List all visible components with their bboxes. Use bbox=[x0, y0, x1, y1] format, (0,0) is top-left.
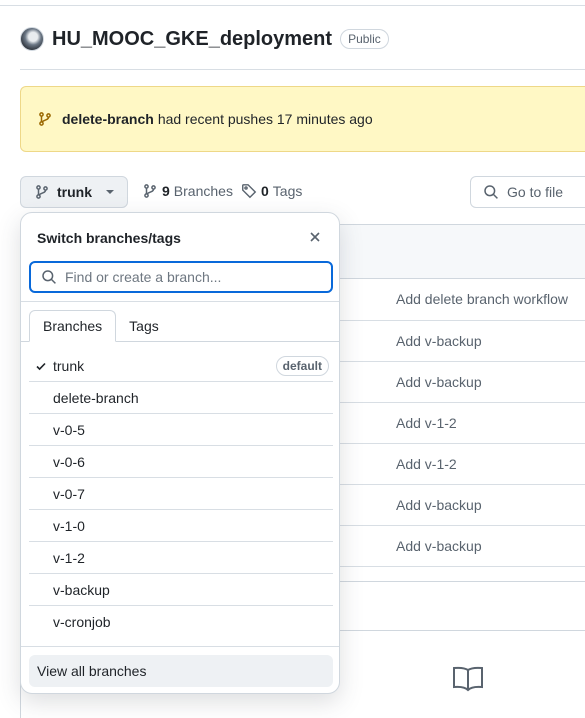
go-to-file-label: Go to file bbox=[507, 184, 564, 200]
commit-message[interactable]: Add v-1-2 bbox=[396, 456, 457, 472]
view-all-branches-button[interactable]: View all branches bbox=[29, 655, 333, 687]
list-item[interactable]: v-1-0 bbox=[29, 510, 333, 542]
avatar[interactable] bbox=[20, 27, 44, 51]
book-icon bbox=[452, 666, 484, 692]
branch-name: delete-branch bbox=[53, 389, 139, 406]
branch-name: v-0-5 bbox=[53, 421, 85, 438]
go-to-file-button[interactable]: Go to file bbox=[470, 176, 585, 208]
search-icon bbox=[41, 269, 57, 285]
branch-search-input[interactable] bbox=[65, 269, 315, 285]
popup-footer-divider bbox=[21, 646, 339, 647]
tags-link[interactable]: 0 Tags bbox=[241, 183, 302, 199]
branch-name: v-backup bbox=[53, 581, 110, 598]
list-item[interactable]: v-cronjob bbox=[29, 606, 333, 638]
tags-label: Tags bbox=[272, 183, 303, 199]
recent-push-banner: delete-branch had recent pushes 17 minut… bbox=[20, 86, 585, 152]
tab-branches[interactable]: Branches bbox=[29, 310, 117, 342]
branch-name: v-0-7 bbox=[53, 485, 85, 502]
branch-list: trunk default delete-branch v-0-5 v-0-6 … bbox=[29, 350, 333, 638]
branch-selector-button[interactable]: trunk bbox=[20, 176, 128, 208]
commit-message[interactable]: Add v-backup bbox=[396, 497, 482, 513]
chevron-down-icon bbox=[106, 190, 114, 194]
popup-title: Switch branches/tags bbox=[37, 230, 181, 246]
git-branch-icon bbox=[34, 184, 50, 200]
header-divider bbox=[20, 69, 585, 70]
visibility-badge: Public bbox=[340, 29, 389, 49]
popup-divider bbox=[21, 301, 339, 302]
branch-switcher-popup: Switch branches/tags Branches Tags trunk… bbox=[20, 212, 340, 694]
list-item[interactable]: delete-branch bbox=[29, 382, 333, 414]
branch-name: trunk bbox=[53, 357, 85, 374]
list-item[interactable]: trunk default bbox=[29, 350, 333, 382]
commit-message[interactable]: Add v-1-2 bbox=[396, 415, 457, 431]
branches-count: 9 bbox=[162, 183, 170, 199]
banner-message: had recent pushes 17 minutes ago bbox=[157, 111, 373, 127]
commit-message[interactable]: Add v-backup bbox=[396, 538, 482, 554]
branch-search-field[interactable] bbox=[29, 261, 333, 293]
list-item[interactable]: v-0-5 bbox=[29, 414, 333, 446]
current-branch-label: trunk bbox=[57, 184, 92, 200]
top-divider bbox=[0, 5, 585, 6]
default-badge: default bbox=[275, 356, 329, 376]
repo-header: HU_MOOC_GKE_deployment Public bbox=[20, 26, 389, 52]
git-branch-icon bbox=[37, 111, 53, 127]
check-icon bbox=[33, 360, 49, 372]
commit-message[interactable]: Add v-backup bbox=[396, 333, 482, 349]
branch-name: v-cronjob bbox=[53, 614, 111, 630]
branches-link[interactable]: 9 Branches bbox=[142, 183, 233, 199]
list-item[interactable]: v-backup bbox=[29, 574, 333, 606]
list-item[interactable]: v-1-2 bbox=[29, 542, 333, 574]
list-item[interactable]: v-0-7 bbox=[29, 478, 333, 510]
branch-name: v-1-0 bbox=[53, 517, 85, 534]
commit-message[interactable]: Add delete branch workflow bbox=[396, 291, 568, 307]
tab-tags[interactable]: Tags bbox=[116, 310, 172, 342]
branches-label: Branches bbox=[173, 183, 233, 199]
branch-name: v-0-6 bbox=[53, 453, 85, 470]
popup-tabs: Branches Tags bbox=[29, 310, 172, 342]
search-icon bbox=[483, 184, 499, 200]
branch-name: v-1-2 bbox=[53, 549, 85, 566]
banner-branch-name[interactable]: delete-branch bbox=[62, 111, 154, 127]
git-branch-icon bbox=[142, 183, 158, 199]
repo-name[interactable]: HU_MOOC_GKE_deployment bbox=[52, 28, 332, 51]
list-item[interactable]: v-0-6 bbox=[29, 446, 333, 478]
tags-count: 0 bbox=[261, 183, 269, 199]
close-icon[interactable] bbox=[307, 229, 323, 245]
commit-message[interactable]: Add v-backup bbox=[396, 374, 482, 390]
tag-icon bbox=[241, 183, 257, 199]
